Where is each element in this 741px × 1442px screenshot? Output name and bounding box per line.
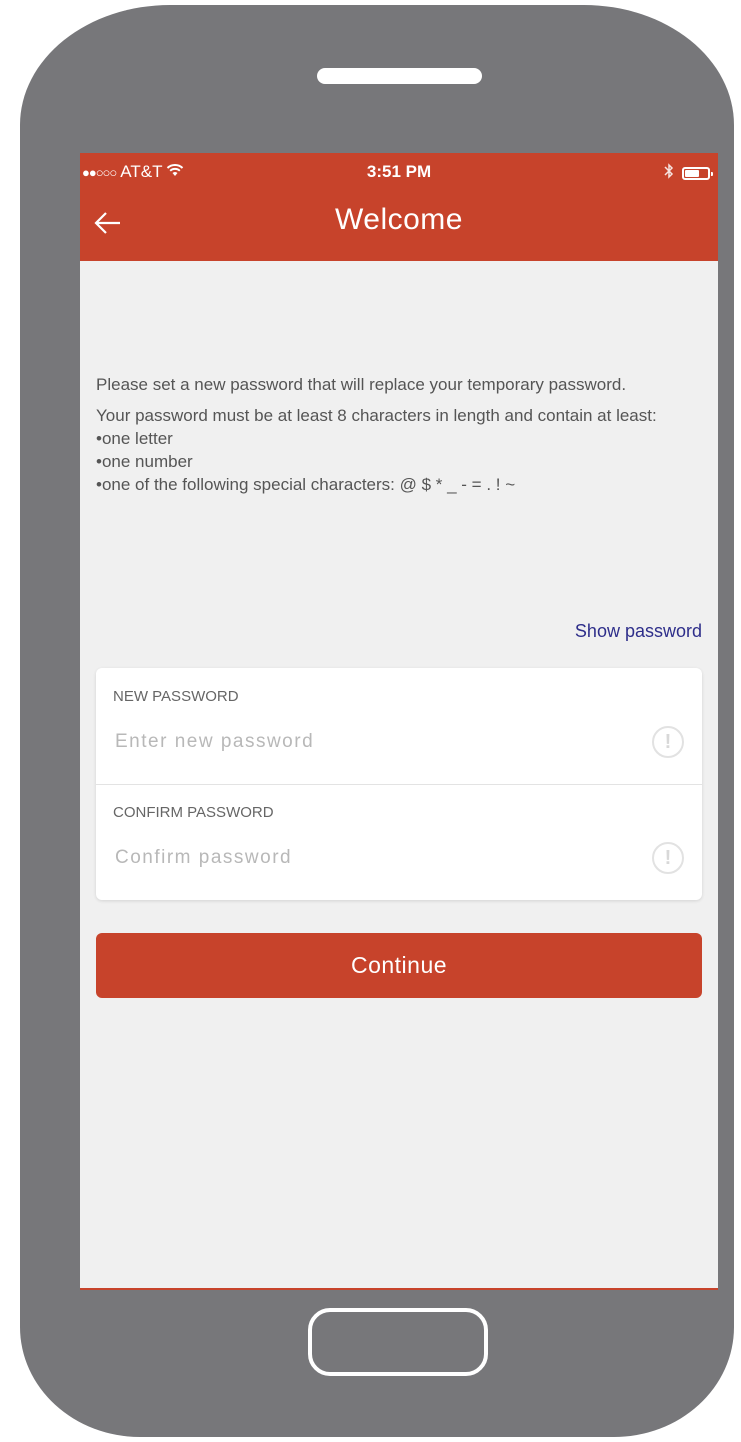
password-form: NEW PASSWORD ! CONFIRM PASSWORD ! <box>96 668 702 900</box>
instructions: Please set a new password that will repl… <box>96 261 706 496</box>
alert-icon: ! <box>652 842 684 874</box>
list-item: one of the following special characters:… <box>96 473 706 496</box>
requirements-intro: Your password must be at least 8 charact… <box>96 406 657 425</box>
app-header: ●●○○○ AT&T 3:51 PM Welcome <box>80 153 718 261</box>
screen-bottom-divider <box>80 1288 718 1290</box>
bluetooth-icon <box>664 163 674 183</box>
status-right-icons <box>664 163 713 183</box>
show-password-link[interactable]: Show password <box>575 621 702 642</box>
app-screen: ●●○○○ AT&T 3:51 PM Welcome Please set a … <box>80 153 718 1290</box>
new-password-label: NEW PASSWORD <box>113 688 239 705</box>
phone-speaker <box>317 68 482 84</box>
status-bar: ●●○○○ AT&T 3:51 PM <box>80 153 718 189</box>
new-password-input[interactable] <box>113 730 617 754</box>
battery-icon <box>682 166 713 180</box>
phone-frame: ●●○○○ AT&T 3:51 PM Welcome Please set a … <box>20 5 734 1437</box>
confirm-password-label: CONFIRM PASSWORD <box>113 804 274 821</box>
intro-text: Please set a new password that will repl… <box>96 375 627 394</box>
alert-icon: ! <box>652 726 684 758</box>
requirements-list: one letter one number one of the followi… <box>96 427 706 496</box>
list-item: one letter <box>96 427 706 450</box>
confirm-password-field: CONFIRM PASSWORD ! <box>96 784 702 900</box>
page-title: Welcome <box>335 203 463 236</box>
confirm-password-input[interactable] <box>113 846 617 870</box>
list-item: one number <box>96 450 706 473</box>
home-button[interactable] <box>308 1308 488 1376</box>
status-time: 3:51 PM <box>366 162 432 181</box>
continue-button[interactable]: Continue <box>96 933 702 998</box>
new-password-field: NEW PASSWORD ! <box>96 668 702 785</box>
